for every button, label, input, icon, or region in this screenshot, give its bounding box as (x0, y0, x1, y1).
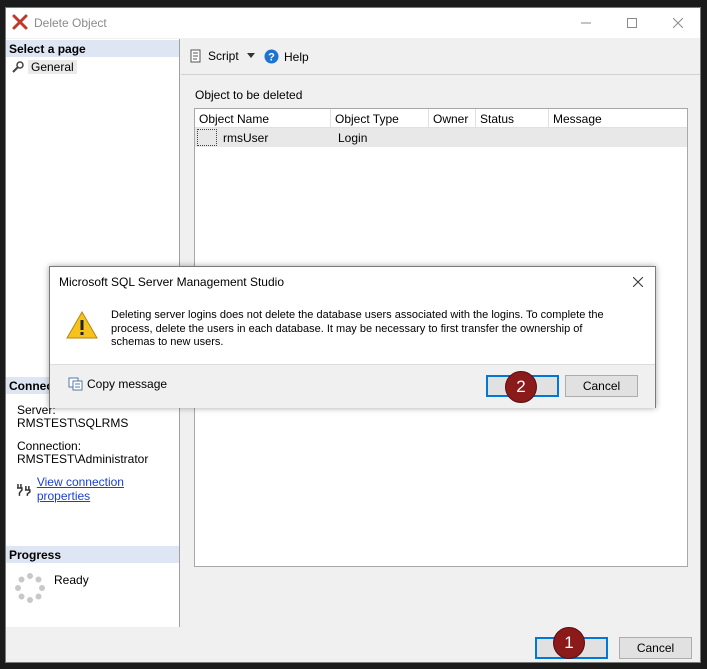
svg-text:?: ? (268, 52, 275, 64)
page-item-label: General (28, 60, 77, 74)
annotation-badge-1: 1 (553, 627, 585, 659)
cell-object-name: rmsUser (223, 131, 269, 145)
minimize-icon (581, 22, 591, 24)
title-bar: Delete Object (6, 8, 700, 38)
view-connection-properties-link[interactable]: View connection properties (37, 475, 179, 503)
annotation-badge-2: 2 (505, 371, 537, 403)
help-label: Help (284, 49, 309, 64)
column-header-owner[interactable]: Owner (429, 109, 476, 128)
toolbar: Script ? Help (181, 39, 700, 75)
column-header-object-name[interactable]: Object Name (195, 109, 331, 128)
dialog-close-button[interactable] (625, 270, 651, 294)
copy-icon (68, 377, 83, 391)
wrench-icon (12, 61, 24, 73)
copy-message-label: Copy message (87, 377, 168, 391)
connection-value: RMSTEST\Administrator (17, 452, 149, 466)
column-header-object-type[interactable]: Object Type (331, 109, 429, 128)
select-page-header: Select a page (6, 40, 179, 57)
grid-header: Object Name Object Type Owner Status Mes… (195, 109, 687, 128)
progress-status: Ready (54, 573, 89, 587)
help-icon: ? (264, 49, 279, 64)
progress-spinner-icon (15, 573, 45, 603)
connection-label: Connection: (17, 439, 82, 453)
window-title: Delete Object (34, 16, 107, 30)
help-button[interactable]: ? Help (264, 49, 309, 64)
dialog-title: Microsoft SQL Server Management Studio (59, 275, 284, 289)
copy-message-button[interactable]: Copy message (68, 377, 167, 391)
cancel-button[interactable]: Cancel (619, 637, 692, 659)
maximize-button[interactable] (609, 8, 655, 38)
cell-object-type: Login (338, 131, 368, 145)
script-label: Script (208, 49, 239, 63)
minimize-button[interactable] (563, 8, 609, 38)
dialog-message: Deleting server logins does not delete t… (111, 309, 604, 348)
view-connection-row: View connection properties (16, 475, 179, 503)
plug-icon (16, 484, 31, 496)
progress-header: Progress (6, 546, 179, 563)
page-item-general[interactable]: General (12, 59, 77, 75)
message-dialog: Microsoft SQL Server Management Studio D… (49, 266, 656, 408)
row-focus-indicator (197, 129, 217, 146)
object-to-delete-label: Object to be deleted (195, 88, 303, 102)
server-value: RMSTEST\SQLRMS (17, 416, 129, 430)
dialog-cancel-button[interactable]: Cancel (565, 375, 638, 397)
script-button[interactable]: Script (189, 49, 255, 63)
close-button[interactable] (655, 8, 700, 38)
column-header-status[interactable]: Status (476, 109, 549, 128)
dialog-footer: Copy message Cancel (50, 364, 655, 408)
script-icon (190, 49, 201, 63)
close-icon (673, 18, 683, 28)
table-row[interactable]: rmsUser Login (195, 128, 687, 147)
delete-x-icon (12, 14, 28, 30)
column-header-message[interactable]: Message (549, 109, 687, 128)
maximize-icon (627, 18, 637, 28)
chevron-down-icon (246, 53, 255, 58)
close-icon (633, 277, 643, 287)
warning-icon (66, 311, 98, 339)
